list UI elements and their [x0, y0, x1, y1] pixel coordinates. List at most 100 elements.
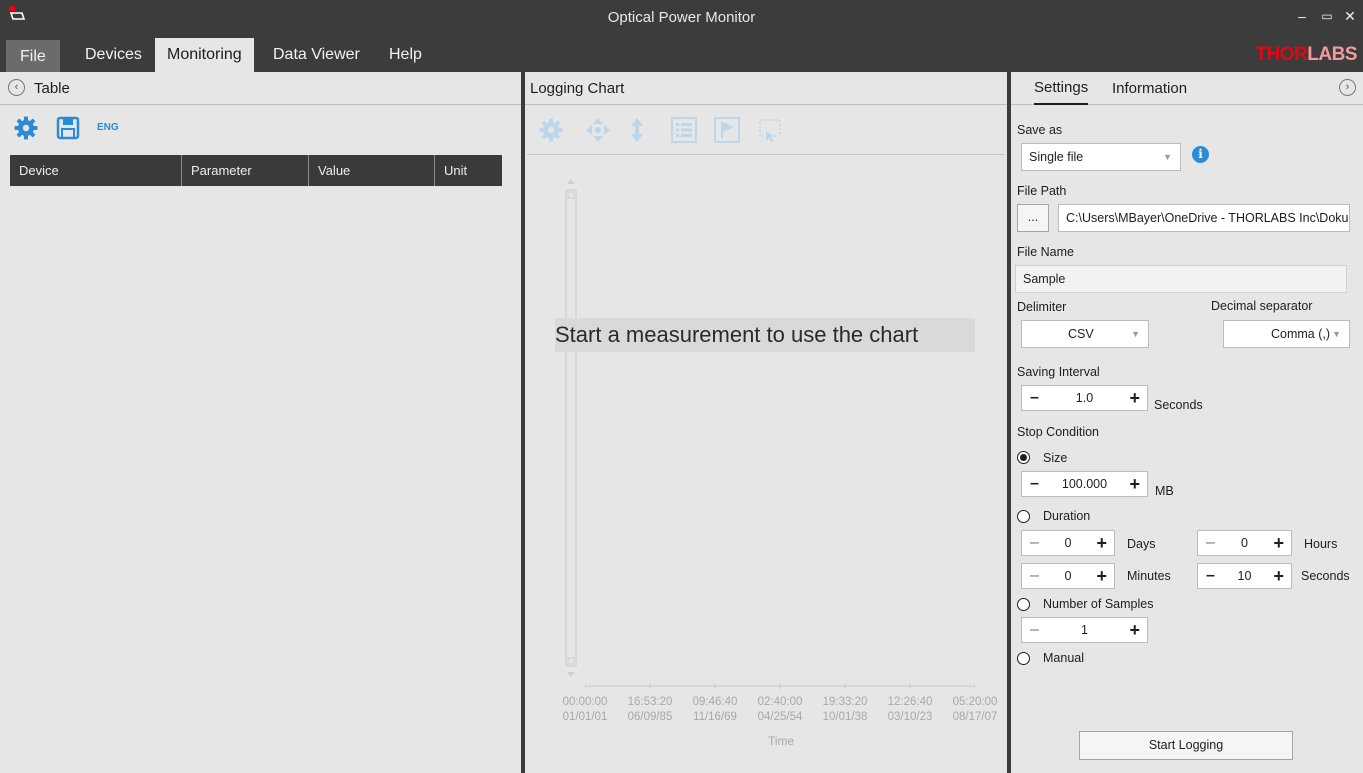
- decimal-separator-label: Decimal separator: [1211, 299, 1313, 313]
- increment-button[interactable]: +: [1096, 564, 1107, 588]
- decrement-button[interactable]: –: [1206, 531, 1215, 555]
- saving-interval-stepper[interactable]: – 1.0 +: [1021, 385, 1148, 411]
- radio-manual[interactable]: [1017, 652, 1030, 665]
- chart-x-axis-label: Time: [768, 734, 795, 748]
- saving-interval-value[interactable]: 1.0: [1044, 386, 1125, 410]
- chart-gear-icon[interactable]: [538, 117, 564, 143]
- settings-panel: Settings Information ›: [1011, 72, 1363, 773]
- menu-file[interactable]: File: [6, 40, 60, 72]
- select-region-icon[interactable]: [757, 117, 783, 143]
- size-label: Size: [1043, 451, 1068, 465]
- increment-button[interactable]: +: [1273, 564, 1284, 588]
- list-icon[interactable]: [671, 117, 697, 143]
- samples-value[interactable]: 1: [1044, 618, 1125, 642]
- maximize-button[interactable]: ▭: [1316, 6, 1338, 26]
- x-tick-label: 05:20:00 08/17/07: [952, 696, 998, 723]
- menu-bar: File Devices Monitoring Data Viewer Help: [0, 38, 1363, 72]
- column-header-unit[interactable]: Unit: [435, 155, 502, 186]
- increment-button[interactable]: +: [1273, 531, 1284, 555]
- radio-size[interactable]: [1017, 451, 1030, 464]
- size-stepper[interactable]: – 100.000 +: [1021, 471, 1148, 497]
- chart-panel-header: Logging Chart: [525, 72, 1007, 105]
- size-value[interactable]: 100.000: [1044, 472, 1125, 496]
- minutes-unit: Minutes: [1127, 569, 1171, 583]
- info-icon[interactable]: i: [1192, 146, 1209, 163]
- days-stepper[interactable]: – 0 +: [1021, 530, 1115, 556]
- decrement-button[interactable]: –: [1030, 386, 1039, 410]
- minutes-stepper[interactable]: – 0 +: [1021, 563, 1115, 589]
- hours-stepper[interactable]: – 0 +: [1197, 530, 1292, 556]
- save-as-value: Single file: [1029, 150, 1084, 164]
- delimiter-value: CSV: [1068, 327, 1094, 341]
- table-panel: ‹ Table ENG Device Parameter Value Unit: [0, 72, 521, 773]
- seconds-value[interactable]: 10: [1220, 564, 1269, 588]
- start-logging-button[interactable]: Start Logging: [1079, 731, 1293, 760]
- x-tick-label: 00:00:00 01/01/01: [562, 696, 608, 723]
- increment-button[interactable]: +: [1129, 618, 1140, 642]
- hours-value[interactable]: 0: [1220, 531, 1269, 555]
- file-path-field[interactable]: C:\Users\MBayer\OneDrive - THORLABS Inc\…: [1058, 204, 1350, 232]
- decimal-separator-dropdown[interactable]: Comma (,) ▼: [1223, 320, 1350, 348]
- delimiter-dropdown[interactable]: CSV ▼: [1021, 320, 1149, 348]
- save-as-label: Save as: [1017, 123, 1063, 137]
- save-icon[interactable]: [55, 115, 81, 141]
- close-button[interactable]: ✕: [1339, 6, 1361, 26]
- increment-button[interactable]: +: [1129, 472, 1140, 496]
- chart-panel: Logging Chart: [525, 72, 1007, 773]
- table-panel-header: ‹ Table: [0, 72, 521, 105]
- menu-data-viewer[interactable]: Data Viewer: [261, 38, 372, 72]
- chart-panel-title: Logging Chart: [530, 80, 625, 97]
- menu-devices[interactable]: Devices: [73, 38, 154, 72]
- chart-toolbar: [527, 105, 1005, 155]
- x-tick-label: 19:33:20 10/01/38: [822, 696, 868, 723]
- menu-monitoring[interactable]: Monitoring: [155, 38, 254, 72]
- column-header-parameter[interactable]: Parameter: [182, 155, 309, 186]
- file-path-label: File Path: [1017, 184, 1067, 198]
- increment-button[interactable]: +: [1096, 531, 1107, 555]
- minutes-value[interactable]: 0: [1044, 564, 1092, 588]
- browse-button[interactable]: ...: [1017, 204, 1049, 232]
- move-icon[interactable]: [585, 117, 611, 143]
- seconds-unit: Seconds: [1301, 569, 1350, 583]
- language-button[interactable]: ENG: [97, 122, 119, 133]
- decrement-button[interactable]: –: [1030, 618, 1039, 642]
- gear-icon[interactable]: [13, 115, 39, 141]
- column-header-device[interactable]: Device: [10, 155, 182, 186]
- tab-settings[interactable]: Settings: [1034, 72, 1089, 105]
- decrement-button[interactable]: –: [1206, 564, 1215, 588]
- table-toolbar: ENG: [0, 105, 521, 151]
- seconds-stepper[interactable]: – 10 +: [1197, 563, 1292, 589]
- samples-stepper[interactable]: – 1 +: [1021, 617, 1148, 643]
- radio-number-of-samples[interactable]: [1017, 598, 1030, 611]
- decimal-separator-value: Comma (,): [1271, 327, 1331, 341]
- saving-interval-label: Saving Interval: [1017, 365, 1100, 379]
- title-bar: Optical Power Monitor – ▭ ✕: [0, 0, 1363, 38]
- chevron-down-icon: ▼: [1332, 329, 1341, 339]
- settings-tabs: Settings Information ›: [1011, 72, 1363, 105]
- minimize-button[interactable]: –: [1291, 6, 1313, 26]
- x-tick-label: 09:46:40 11/16/69: [692, 696, 738, 723]
- hours-unit: Hours: [1304, 537, 1338, 551]
- flag-icon[interactable]: [714, 117, 740, 143]
- decrement-button[interactable]: –: [1030, 531, 1039, 555]
- chart-vertical-scrollbar[interactable]: [563, 178, 579, 688]
- menu-help[interactable]: Help: [377, 38, 434, 72]
- x-tick-label: 12:26:40 03/10/23: [887, 696, 933, 723]
- collapse-left-icon[interactable]: ‹: [8, 79, 25, 96]
- tab-information[interactable]: Information: [1112, 72, 1187, 105]
- collapse-right-icon[interactable]: ›: [1339, 79, 1356, 96]
- chart-empty-message: Start a measurement to use the chart: [555, 318, 975, 352]
- chevron-down-icon: ▼: [1131, 329, 1140, 339]
- increment-button[interactable]: +: [1129, 386, 1140, 410]
- decrement-button[interactable]: –: [1030, 472, 1039, 496]
- table-header-row: Device Parameter Value Unit: [10, 155, 502, 186]
- vertical-resize-icon[interactable]: [624, 117, 650, 143]
- radio-duration[interactable]: [1017, 510, 1030, 523]
- decrement-button[interactable]: –: [1030, 564, 1039, 588]
- saving-interval-unit: Seconds: [1154, 398, 1203, 412]
- file-name-field[interactable]: Sample: [1015, 265, 1347, 293]
- save-as-dropdown[interactable]: Single file ▼: [1021, 143, 1181, 171]
- column-header-value[interactable]: Value: [309, 155, 435, 186]
- days-value[interactable]: 0: [1044, 531, 1092, 555]
- window-title: Optical Power Monitor: [607, 9, 756, 26]
